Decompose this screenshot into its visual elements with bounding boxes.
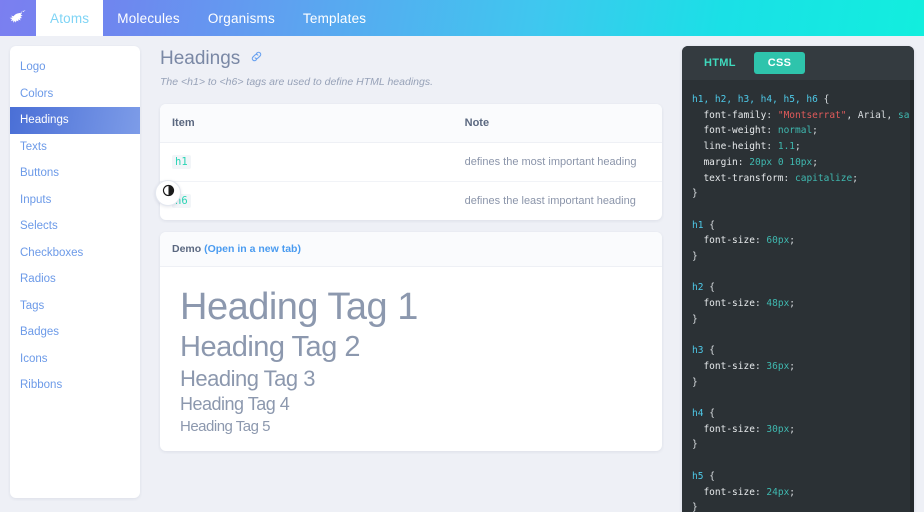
top-navigation-bar: Atoms Molecules Organisms Templates [0, 0, 924, 36]
open-new-tab-link[interactable]: (Open in a new tab) [204, 243, 301, 255]
sidebar-item-label: Radios [20, 273, 56, 286]
nav-tab-templates[interactable]: Templates [289, 0, 380, 36]
nav-tab-label: Atoms [50, 10, 90, 26]
sidebar-item-label: Logo [20, 61, 46, 74]
sidebar-item-label: Headings [20, 114, 69, 127]
unicorn-logo-icon [7, 9, 29, 27]
sidebar-item-label: Tags [20, 299, 45, 312]
column-header-item: Item [160, 104, 197, 143]
table-row: h6 defines the least important heading [160, 182, 662, 221]
sidebar-item-label: Icons [20, 352, 48, 365]
page-subtitle: The <h1> to <h6> tags are used to define… [160, 76, 433, 88]
sidebar-item-colors[interactable]: Colors [10, 81, 140, 108]
sidebar-item-selects[interactable]: Selects [10, 213, 140, 240]
demo-body: Heading Tag 1 Heading Tag 2 Heading Tag … [160, 267, 662, 451]
code-panel: HTML CSS h1, h2, h3, h4, h5, h6 { font-f… [682, 46, 914, 512]
contrast-toggle-button[interactable] [155, 180, 181, 206]
demo-card: Demo (Open in a new tab) Heading Tag 1 H… [160, 232, 662, 451]
page-stage: Logo Colors Headings Texts Buttons Input… [0, 36, 924, 512]
tab-html[interactable]: HTML [690, 52, 750, 74]
sidebar-item-tags[interactable]: Tags [10, 293, 140, 320]
demo-heading-1: Heading Tag 1 [180, 286, 418, 328]
sidebar-item-badges[interactable]: Badges [10, 319, 140, 346]
cell-item: h1 [160, 142, 197, 182]
nav-tab-atoms[interactable]: Atoms [36, 0, 104, 36]
sidebar-item-checkboxes[interactable]: Checkboxes [10, 240, 140, 267]
sidebar-item-logo[interactable]: Logo [10, 54, 140, 81]
code-scrollbar[interactable] [910, 80, 914, 512]
sidebar-item-buttons[interactable]: Buttons [10, 160, 140, 187]
tab-label: HTML [704, 57, 736, 69]
link-icon[interactable] [250, 50, 263, 68]
tab-css[interactable]: CSS [753, 52, 806, 74]
tab-label: CSS [767, 57, 792, 69]
app-logo[interactable] [0, 0, 36, 36]
tag-code: h1 [172, 155, 191, 169]
cell-note: defines the most important heading [196, 142, 662, 182]
page-header: Headings The <h1> to <h6> tags are used … [150, 36, 672, 88]
nav-tab-label: Molecules [117, 10, 180, 26]
sidebar-item-icons[interactable]: Icons [10, 346, 140, 373]
spec-table-card: Item Note h1 defines the most important … [160, 104, 662, 220]
column-header-note: Note [196, 104, 662, 143]
nav-tab-label: Templates [302, 10, 367, 26]
sidebar-item-texts[interactable]: Texts [10, 134, 140, 161]
nav-tab-organisms[interactable]: Organisms [194, 0, 289, 36]
sidebar-item-label: Ribbons [20, 379, 63, 392]
nav-tab-molecules[interactable]: Molecules [103, 0, 194, 36]
sidebar-item-label: Texts [20, 140, 47, 153]
sidebar-item-label: Buttons [20, 167, 59, 180]
sidebar-item-headings[interactable]: Headings [10, 107, 140, 134]
demo-header: Demo (Open in a new tab) [160, 232, 662, 267]
demo-heading-4: Heading Tag 4 [180, 394, 290, 415]
demo-heading-5: Heading Tag 5 [180, 417, 270, 435]
sidebar-item-ribbons[interactable]: Ribbons [10, 372, 140, 399]
sidebar-item-radios[interactable]: Radios [10, 266, 140, 293]
sidebar-item-label: Checkboxes [20, 246, 84, 259]
table-header-row: Item Note [160, 104, 662, 143]
spec-table: Item Note h1 defines the most important … [160, 104, 662, 220]
cell-note: defines the least important heading [464, 195, 636, 207]
contrast-toggle-icon [162, 184, 175, 202]
sidebar-item-label: Colors [20, 87, 54, 100]
main-content: Headings The <h1> to <h6> tags are used … [150, 36, 672, 512]
code-content[interactable]: h1, h2, h3, h4, h5, h6 { font-family: "M… [682, 80, 914, 512]
page-title: Headings [160, 48, 241, 69]
nav-tab-label: Organisms [207, 10, 275, 26]
sidebar-item-inputs[interactable]: Inputs [10, 187, 140, 214]
sidebar-item-label: Selects [20, 220, 58, 233]
sidebar-item-label: Inputs [20, 193, 52, 206]
sidebar-item-label: Badges [20, 326, 60, 339]
demo-heading-3: Heading Tag 3 [180, 366, 316, 392]
sidebar: Logo Colors Headings Texts Buttons Input… [10, 46, 140, 498]
code-tab-bar: HTML CSS [682, 46, 914, 80]
demo-heading-2: Heading Tag 2 [180, 331, 361, 364]
demo-label: Demo [172, 243, 202, 255]
table-row: h1 defines the most important heading [160, 142, 662, 182]
